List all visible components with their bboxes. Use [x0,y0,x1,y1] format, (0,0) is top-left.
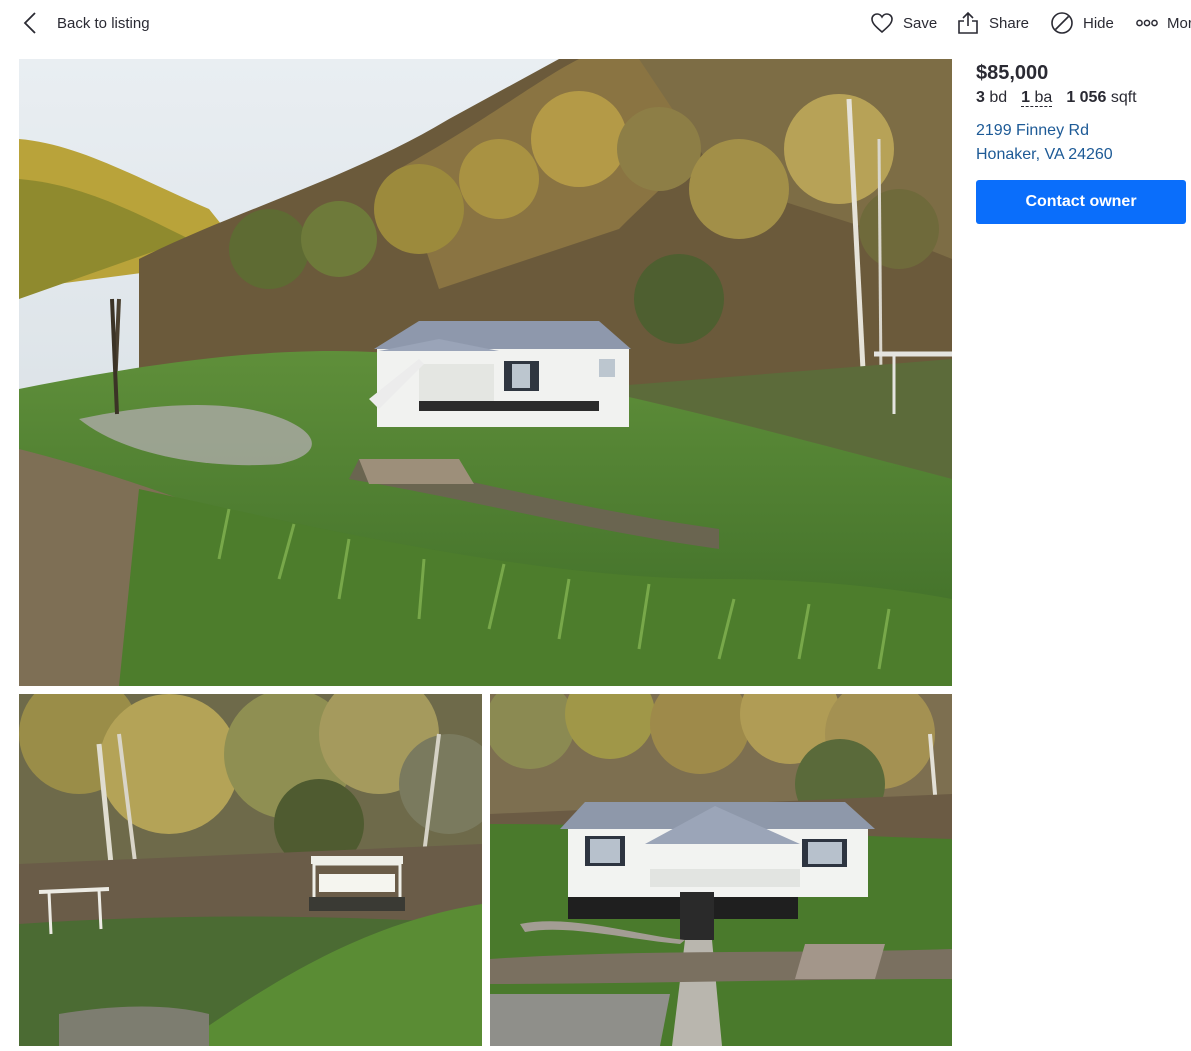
back-label: Back to listing [57,14,150,32]
save-button[interactable]: Save [870,10,937,36]
baths-unit: ba [1034,89,1053,106]
photo-house-front[interactable] [490,694,952,1046]
block-icon [1050,11,1083,35]
house [369,321,631,427]
baths-fact[interactable]: 1 ba [1021,89,1053,107]
sqft-fact: 1 056 sqft [1066,89,1136,106]
listing-summary: $85,000 3 bd 1 ba 1 056 sqft 2199 Finney R… [976,60,1191,224]
house-front-walkway-image [490,694,952,1046]
beds-value: 3 [976,89,985,106]
share-button[interactable]: Share [956,10,1029,36]
top-bar: Back to listing Save Share Hide More [0,0,1191,46]
baths-value: 1 [1021,89,1031,106]
gazebo-woods-image [19,694,482,1046]
address-line-2: Honaker, VA 24260 [976,146,1113,163]
beds-fact: 3 bd [976,89,1007,106]
more-dots-icon [1136,18,1167,28]
chevron-left-icon [22,11,38,35]
hide-button[interactable]: Hide [1050,10,1114,36]
sqft-value: 1 056 [1066,89,1107,106]
sqft-unit: sqft [1110,89,1137,106]
heart-icon [870,12,903,34]
contact-owner-button[interactable]: Contact owner [976,180,1186,224]
back-to-listing-link[interactable]: Back to listing [22,10,150,36]
share-label: Share [989,14,1030,32]
more-label: More [1167,14,1191,32]
beds-unit: bd [989,89,1008,106]
address-line-1: 2199 Finney Rd [976,122,1089,139]
listing-price: $85,000 [976,62,1049,84]
photo-main[interactable] [19,59,952,686]
house-hillside-image [19,59,952,686]
address-link[interactable]: 2199 Finney Rd Honaker, VA 24260 [976,119,1191,167]
photo-gazebo[interactable] [19,694,482,1046]
hide-label: Hide [1083,14,1114,32]
share-icon [956,11,989,35]
save-label: Save [903,14,938,32]
more-button[interactable]: More [1136,10,1191,36]
home-facts: 3 bd 1 ba 1 056 sqft [976,87,1191,109]
